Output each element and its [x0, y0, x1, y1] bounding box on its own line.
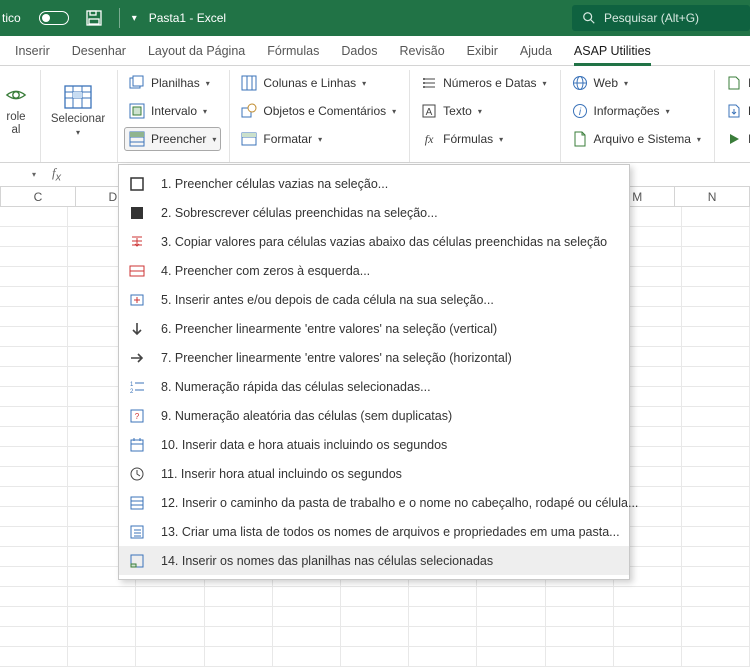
autosave-toggle[interactable]	[39, 11, 69, 25]
preencher-menu: 1. Preencher células vazias na seleção..…	[118, 164, 630, 580]
tab-ajuda[interactable]: Ajuda	[509, 37, 563, 65]
zeros-icon	[127, 261, 147, 281]
menu-item-10[interactable]: 10. Inserir data e hora atuais incluindo…	[119, 430, 629, 459]
menu-item-4[interactable]: 4. Preencher com zeros à esquerda...	[119, 256, 629, 285]
tab-asap[interactable]: ASAP Utilities	[563, 37, 662, 65]
copy-down-icon	[127, 232, 147, 252]
menu-item-12[interactable]: 12. Inserir o caminho da pasta de trabal…	[119, 488, 629, 517]
menu-item-6[interactable]: 6. Preencher linearmente 'entre valores'…	[119, 314, 629, 343]
arrow-right-icon	[127, 348, 147, 368]
menu-item-8[interactable]: 128. Numeração rápida das células seleci…	[119, 372, 629, 401]
texto-button[interactable]: A Texto▾	[416, 99, 551, 123]
chevron-down-icon: ▾	[76, 128, 80, 137]
menu-item-5[interactable]: 5. Inserir antes e/ou depois de cada cél…	[119, 285, 629, 314]
columns-rows-icon	[241, 75, 257, 91]
sheets-icon	[129, 75, 145, 91]
sheetnames-icon	[127, 551, 147, 571]
iniciar-button[interactable]: Inicia	[721, 127, 750, 151]
menu-item-7[interactable]: 7. Preencher linearmente 'entre valores'…	[119, 343, 629, 372]
menu-item-2[interactable]: 2. Sobrescrever células preenchidas na s…	[119, 198, 629, 227]
exportar-button[interactable]: Expo	[721, 99, 750, 123]
divider	[119, 8, 120, 28]
text-icon: A	[421, 103, 437, 119]
globe-icon	[572, 75, 588, 91]
preencher-button[interactable]: Preencher▾	[124, 127, 221, 151]
menu-item-11[interactable]: 11. Inserir hora atual incluindo os segu…	[119, 459, 629, 488]
tab-layout[interactable]: Layout da Página	[137, 37, 256, 65]
fx-icon: fx	[421, 131, 437, 147]
random-icon: ?	[127, 406, 147, 426]
export-icon	[726, 103, 742, 119]
import-icon	[726, 75, 742, 91]
menu-item-9[interactable]: ?9. Numeração aleatória das células (sem…	[119, 401, 629, 430]
format-icon	[241, 131, 257, 147]
play-icon	[726, 131, 742, 147]
tab-revisao[interactable]: Revisão	[388, 37, 455, 65]
titlebar-left-text: tico	[2, 11, 21, 25]
svg-text:?: ?	[135, 412, 140, 421]
tab-exibir[interactable]: Exibir	[456, 37, 509, 65]
range-icon	[129, 103, 145, 119]
formulas-button[interactable]: fx Fórmulas▾	[416, 127, 551, 151]
tab-formulas[interactable]: Fórmulas	[256, 37, 330, 65]
save-button[interactable]	[83, 7, 105, 29]
info-icon: i	[572, 103, 588, 119]
vision-control-button[interactable]: roleal	[0, 70, 32, 150]
ribbon-tabs: Inserir Desenhar Layout da Página Fórmul…	[0, 36, 750, 66]
menu-item-14[interactable]: 14. Inserir os nomes das planilhas nas c…	[119, 546, 629, 575]
col-header[interactable]: N	[675, 187, 750, 206]
file-icon	[572, 131, 588, 147]
tab-dados[interactable]: Dados	[330, 37, 388, 65]
clock-icon	[127, 464, 147, 484]
web-button[interactable]: Web▾	[567, 71, 706, 95]
filelist-icon	[127, 522, 147, 542]
menu-item-3[interactable]: 3. Copiar valores para células vazias ab…	[119, 227, 629, 256]
numbering-icon: 12	[127, 377, 147, 397]
arrow-down-icon	[127, 319, 147, 339]
calendar-icon	[127, 435, 147, 455]
titlebar: tico ▾ Pasta1 - Excel Pesquisar (Alt+G)	[0, 0, 750, 36]
search-box[interactable]: Pesquisar (Alt+G)	[572, 5, 750, 31]
search-placeholder: Pesquisar (Alt+G)	[604, 11, 699, 25]
tab-desenhar[interactable]: Desenhar	[61, 37, 137, 65]
window-title: Pasta1 - Excel	[149, 11, 226, 25]
objetos-comentarios-button[interactable]: Objetos e Comentários▾	[236, 99, 401, 123]
fx-label[interactable]: fx	[52, 165, 61, 184]
arquivo-sistema-button[interactable]: Arquivo e Sistema▾	[567, 127, 706, 151]
empty-square-icon	[127, 174, 147, 194]
intervalo-button[interactable]: Intervalo▾	[124, 99, 221, 123]
numeros-datas-button[interactable]: Números e Datas▾	[416, 71, 551, 95]
insert-text-icon	[127, 290, 147, 310]
path-icon	[127, 493, 147, 513]
formatar-button[interactable]: Formatar▾	[236, 127, 401, 151]
select-icon	[63, 83, 93, 111]
ribbon: roleal Selecionar ▾ Planilhas▾ Intervalo…	[0, 66, 750, 163]
select-button[interactable]: Selecionar ▾	[47, 70, 109, 150]
menu-item-1[interactable]: 1. Preencher células vazias na seleção..…	[119, 169, 629, 198]
tab-inserir[interactable]: Inserir	[4, 37, 61, 65]
svg-text:A: A	[426, 107, 433, 118]
colunas-linhas-button[interactable]: Colunas e Linhas▾	[236, 71, 401, 95]
vision-icon	[1, 81, 31, 109]
objects-icon	[241, 103, 257, 119]
numbers-icon	[421, 75, 437, 91]
informacoes-button[interactable]: i Informações▾	[567, 99, 706, 123]
quickaccess-dropdown[interactable]: ▾	[132, 13, 137, 24]
menu-item-13[interactable]: 13. Criar uma lista de todos os nomes de…	[119, 517, 629, 546]
fill-icon	[129, 131, 145, 147]
svg-text:2: 2	[130, 389, 134, 395]
filled-square-icon	[127, 203, 147, 223]
col-header[interactable]: C	[1, 187, 76, 206]
search-icon	[582, 11, 596, 25]
svg-text:1: 1	[130, 382, 134, 388]
namebox-dropdown[interactable]: ▾	[32, 170, 36, 179]
importar-button[interactable]: Impo	[721, 71, 750, 95]
svg-text:i: i	[578, 107, 581, 118]
planilhas-button[interactable]: Planilhas▾	[124, 71, 221, 95]
